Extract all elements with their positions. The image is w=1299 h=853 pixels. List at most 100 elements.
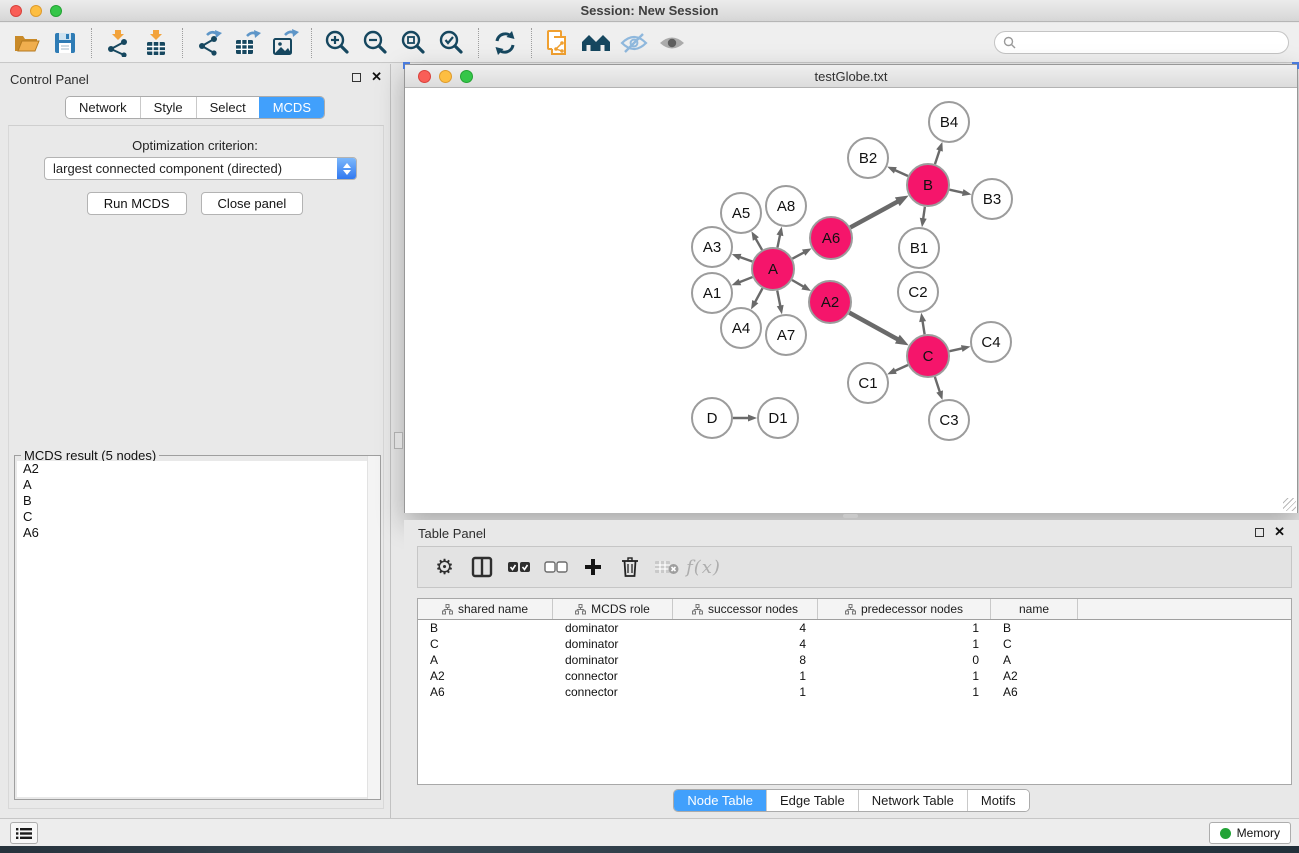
column-layout-icon[interactable] (463, 550, 500, 584)
tab-network-table[interactable]: Network Table (858, 790, 967, 811)
refresh-layout-icon[interactable] (486, 26, 524, 60)
tab-node-table[interactable]: Node Table (674, 790, 766, 811)
table-cell[interactable]: C (991, 636, 1078, 652)
gear-icon[interactable]: ⚙ (426, 550, 463, 584)
close-panel-icon[interactable]: ✕ (371, 72, 382, 82)
graph-edge-C-C3[interactable] (935, 377, 940, 393)
delete-table-icon[interactable] (648, 550, 685, 584)
table-row[interactable]: A6connector11A6 (418, 684, 1291, 700)
add-column-icon[interactable] (574, 550, 611, 584)
minimize-window-button[interactable] (30, 5, 42, 17)
import-table-icon[interactable] (137, 26, 175, 60)
run-mcds-button[interactable]: Run MCDS (87, 192, 187, 215)
result-item[interactable]: A6 (17, 525, 378, 541)
table-row[interactable]: Bdominator41B (418, 620, 1291, 636)
close-panel-icon[interactable]: ✕ (1274, 527, 1285, 537)
graph-edge-A-A2[interactable] (792, 280, 805, 287)
table-row[interactable]: A2connector11A2 (418, 668, 1291, 684)
graph-edge-A-A5[interactable] (755, 237, 762, 250)
network-graph[interactable]: AA1A3A5A8A4A7A6A2BB1B2B3B4CC1C2C3C4DD1 (405, 89, 1297, 513)
close-window-button[interactable] (10, 5, 22, 17)
table-cell[interactable]: 1 (818, 668, 991, 684)
window-resize-grip[interactable] (1283, 498, 1296, 511)
table-cell[interactable]: dominator (553, 636, 673, 652)
graph-edge-A-A6[interactable] (792, 252, 805, 259)
result-item[interactable]: B (17, 493, 378, 509)
zoom-selected-icon[interactable] (433, 26, 471, 60)
table-cell[interactable]: connector (553, 684, 673, 700)
graph-edge-A-A7[interactable] (777, 291, 780, 308)
table-cell[interactable]: A2 (991, 668, 1078, 684)
table-cell[interactable]: dominator (553, 620, 673, 636)
table-cell[interactable]: A (418, 652, 553, 668)
zoom-window-button[interactable] (50, 5, 62, 17)
float-panel-icon[interactable] (1255, 528, 1264, 537)
float-panel-icon[interactable] (352, 73, 361, 82)
tab-mcds[interactable]: MCDS (259, 97, 324, 118)
table-cell[interactable]: 1 (673, 668, 818, 684)
tab-select[interactable]: Select (196, 97, 259, 118)
network-canvas[interactable]: AA1A3A5A8A4A7A6A2BB1B2B3B4CC1C2C3C4DD1 (405, 89, 1297, 513)
graph-edge-A-A3[interactable] (738, 256, 752, 261)
hide-selected-icon[interactable] (615, 26, 653, 60)
graph-edge-B-B2[interactable] (894, 169, 908, 175)
new-network-from-selection-icon[interactable] (539, 26, 577, 60)
close-panel-button[interactable]: Close panel (201, 192, 304, 215)
result-item[interactable]: A (17, 477, 378, 493)
table-cell[interactable]: 1 (818, 620, 991, 636)
import-network-icon[interactable] (99, 26, 137, 60)
graph-edge-A-A4[interactable] (754, 288, 762, 303)
result-scrollbar-track[interactable] (367, 456, 380, 799)
column-header-name[interactable]: name (991, 599, 1078, 619)
graph-edge-A2-C[interactable] (849, 313, 899, 340)
column-header-predecessor-nodes[interactable]: predecessor nodes (818, 599, 991, 619)
graph-edge-A-A8[interactable] (777, 233, 780, 247)
column-header-MCDS-role[interactable]: MCDS role (553, 599, 673, 619)
memory-button[interactable]: Memory (1209, 822, 1291, 844)
minimize-view-button[interactable] (439, 70, 452, 83)
network-window-title-bar[interactable]: testGlobe.txt (405, 65, 1297, 88)
save-session-icon[interactable] (46, 26, 84, 60)
graph-edge-A6-B[interactable] (850, 201, 899, 228)
graph-edge-C-C4[interactable] (949, 348, 963, 351)
graph-edge-B-B3[interactable] (949, 190, 964, 193)
export-network-icon[interactable] (190, 26, 228, 60)
zoom-in-icon[interactable] (319, 26, 357, 60)
show-all-icon[interactable] (653, 26, 691, 60)
tab-edge-table[interactable]: Edge Table (766, 790, 858, 811)
zoom-view-button[interactable] (460, 70, 473, 83)
graph-edge-C-C1[interactable] (894, 365, 908, 371)
export-image-icon[interactable] (266, 26, 304, 60)
tab-style[interactable]: Style (140, 97, 196, 118)
open-session-icon[interactable] (8, 26, 46, 60)
table-cell[interactable]: 0 (818, 652, 991, 668)
graph-edge-C-C2[interactable] (922, 320, 924, 335)
table-cell[interactable]: C (418, 636, 553, 652)
table-cell[interactable]: B (991, 620, 1078, 636)
search-field[interactable] (994, 31, 1289, 54)
table-cell[interactable]: B (418, 620, 553, 636)
first-neighbors-icon[interactable] (577, 26, 615, 60)
tab-motifs[interactable]: Motifs (967, 790, 1029, 811)
task-history-button[interactable] (10, 822, 38, 844)
export-table-icon[interactable] (228, 26, 266, 60)
result-item[interactable]: C (17, 509, 378, 525)
tab-network[interactable]: Network (66, 97, 140, 118)
table-cell[interactable]: connector (553, 668, 673, 684)
table-cell[interactable]: 8 (673, 652, 818, 668)
delete-column-icon[interactable] (611, 550, 648, 584)
column-header-shared-name[interactable]: shared name (418, 599, 553, 619)
table-cell[interactable]: A (991, 652, 1078, 668)
table-cell[interactable]: A6 (418, 684, 553, 700)
optimization-criterion-dropdown[interactable]: largest connected component (directed) (44, 157, 357, 180)
table-cell[interactable]: 4 (673, 636, 818, 652)
zoom-out-icon[interactable] (357, 26, 395, 60)
graph-edge-B-B4[interactable] (935, 149, 940, 165)
graph-edge-A-A1[interactable] (738, 277, 752, 283)
table-row[interactable]: Adominator80A (418, 652, 1291, 668)
splitter-handle[interactable] (394, 432, 403, 449)
table-cell[interactable]: A6 (991, 684, 1078, 700)
graph-edge-B-B1[interactable] (923, 207, 925, 221)
deselect-all-icon[interactable] (537, 550, 574, 584)
table-cell[interactable]: 1 (818, 636, 991, 652)
